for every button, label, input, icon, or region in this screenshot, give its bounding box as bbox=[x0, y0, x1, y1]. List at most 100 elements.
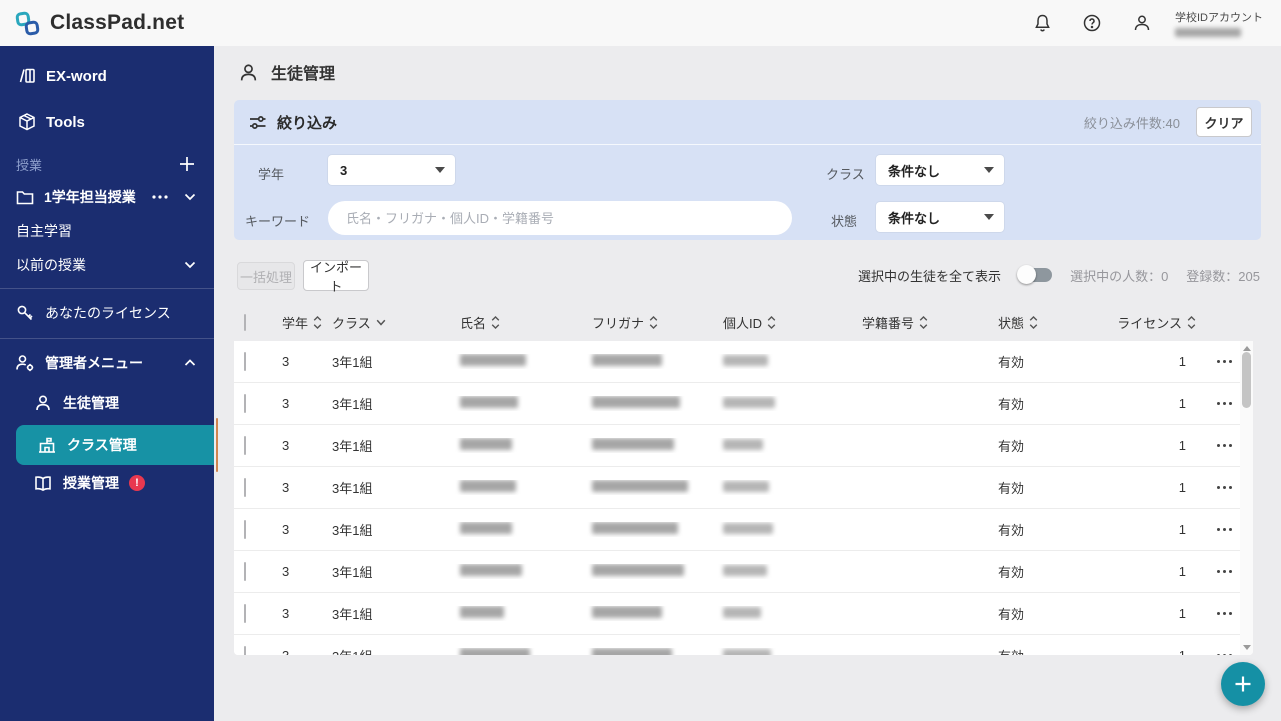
sidebar-item-your-license[interactable]: あなたのライセンス bbox=[0, 299, 214, 327]
show-selected-toggle[interactable] bbox=[1017, 265, 1053, 284]
sidebar-item-class-management-selected[interactable]: クラス管理 bbox=[16, 425, 214, 465]
table-header-cell[interactable]: 個人ID bbox=[715, 313, 854, 332]
license-cell: 1 bbox=[1178, 564, 1186, 579]
batch-process-button[interactable]: 一括処理 bbox=[237, 262, 295, 290]
sidebar-item-previous-lessons[interactable]: 以前の授業 bbox=[0, 252, 214, 278]
name-redacted bbox=[460, 438, 512, 450]
class-cell: 3年1組 bbox=[324, 646, 452, 655]
sidebar-item-admin-menu[interactable]: 管理者メニュー bbox=[0, 349, 214, 377]
scrollbar-thumb[interactable] bbox=[1242, 352, 1251, 408]
keyword-search-input[interactable] bbox=[328, 201, 792, 235]
license-cell: 1 bbox=[1178, 522, 1186, 537]
page-title-person-icon bbox=[238, 62, 259, 83]
scroll-up-icon[interactable] bbox=[1243, 346, 1251, 351]
top-bar: ClassPad.net 学校IDアカウント bbox=[0, 0, 1281, 46]
sidebar-item-label: 授業管理 bbox=[63, 475, 119, 491]
row-checkbox[interactable] bbox=[244, 603, 246, 623]
help-icon[interactable] bbox=[1075, 6, 1109, 40]
grade-cell: 3 bbox=[282, 522, 290, 537]
table-header-cell[interactable]: 学籍番号 bbox=[854, 313, 990, 332]
scroll-down-icon[interactable] bbox=[1243, 645, 1251, 650]
table-header-cell[interactable]: クラス bbox=[324, 313, 452, 332]
person-icon bbox=[32, 393, 54, 413]
row-more-icon[interactable] bbox=[1213, 398, 1236, 409]
row-more-icon[interactable] bbox=[1213, 650, 1236, 655]
admin-chevron-up-icon[interactable] bbox=[184, 359, 196, 367]
select-all-checkbox[interactable] bbox=[244, 313, 246, 331]
class-cell: 3年1組 bbox=[332, 397, 373, 412]
add-student-fab-button[interactable] bbox=[1221, 662, 1265, 706]
table-header-cell[interactable]: 学年 bbox=[274, 313, 324, 332]
row-more-icon[interactable] bbox=[1213, 524, 1236, 535]
table-row: 3 3年1組 有効 1 bbox=[234, 551, 1253, 593]
sidebar-item-label: 1学年担当授業 bbox=[44, 189, 136, 205]
status-cell: 有効 bbox=[998, 481, 1025, 496]
table-header-cell[interactable]: 状態 bbox=[990, 313, 1112, 332]
filter-title: 絞り込み bbox=[277, 114, 338, 132]
grade-cell: 3 bbox=[282, 606, 290, 621]
notification-bell-icon[interactable] bbox=[1025, 6, 1059, 40]
book-icon bbox=[32, 473, 54, 493]
row-checkbox[interactable] bbox=[244, 351, 246, 371]
sort-down-icon[interactable] bbox=[376, 319, 386, 326]
row-checkbox[interactable] bbox=[244, 477, 246, 497]
sort-both-icon[interactable] bbox=[767, 315, 776, 329]
lesson-alert-badge: ! bbox=[129, 475, 145, 491]
row-more-icon[interactable] bbox=[1213, 440, 1236, 451]
sidebar-item-label: 自主学習 bbox=[16, 223, 72, 239]
account-info[interactable]: 学校IDアカウント bbox=[1175, 9, 1263, 37]
row-more-icon[interactable] bbox=[1213, 356, 1236, 367]
toggle-thumb bbox=[1017, 265, 1037, 284]
add-lesson-button[interactable] bbox=[178, 155, 196, 173]
row-checkbox[interactable] bbox=[244, 393, 246, 413]
row-checkbox[interactable] bbox=[244, 645, 246, 655]
folder-more-icon[interactable] bbox=[152, 195, 168, 199]
sidebar-item-label: EX-word bbox=[46, 67, 107, 85]
sidebar-item-student-management[interactable]: 生徒管理 bbox=[0, 389, 214, 417]
grade-select[interactable]: 3 bbox=[328, 155, 455, 185]
row-checkbox[interactable] bbox=[244, 435, 246, 455]
personal-id-redacted bbox=[723, 607, 761, 618]
sort-both-icon[interactable] bbox=[1029, 315, 1038, 329]
import-button[interactable]: インポート bbox=[303, 260, 369, 294]
row-more-icon[interactable] bbox=[1213, 482, 1236, 493]
previous-chevron-down-icon[interactable] bbox=[184, 261, 196, 269]
sort-both-icon[interactable] bbox=[313, 315, 322, 329]
furigana-redacted bbox=[592, 564, 684, 576]
filter-panel: 絞り込み 絞り込み件数:40 クリア 学年 3 クラス 条件なし キーワード 状… bbox=[234, 100, 1261, 240]
column-label: クラス bbox=[332, 315, 371, 331]
sidebar-item-ex-word[interactable]: EX-word bbox=[0, 62, 214, 90]
status-select[interactable]: 条件なし bbox=[876, 202, 1004, 232]
sort-both-icon[interactable] bbox=[919, 315, 928, 329]
table-row: 3 3年1組 有効 1 bbox=[234, 635, 1253, 655]
license-cell: 1 bbox=[1178, 396, 1186, 411]
table-header-cell[interactable]: 氏名 bbox=[452, 313, 584, 332]
name-redacted bbox=[460, 396, 518, 408]
sort-both-icon[interactable] bbox=[491, 315, 500, 329]
furigana-redacted bbox=[592, 522, 678, 534]
sidebar-item-label: Tools bbox=[46, 113, 85, 131]
account-person-icon[interactable] bbox=[1125, 6, 1159, 40]
class-select[interactable]: 条件なし bbox=[876, 155, 1004, 185]
clear-button[interactable]: クリア bbox=[1196, 107, 1252, 137]
status-select-value: 条件なし bbox=[888, 210, 941, 226]
sidebar-item-lesson-folder[interactable]: 1学年担当授業 bbox=[0, 184, 214, 210]
class-cell: 3年1組 bbox=[332, 481, 373, 496]
column-label: 学年 bbox=[282, 315, 309, 331]
name-redacted bbox=[460, 648, 530, 655]
sort-both-icon[interactable] bbox=[1187, 315, 1196, 329]
status-cell: 有効 bbox=[990, 646, 1112, 655]
row-checkbox[interactable] bbox=[244, 519, 246, 539]
table-header-cell[interactable]: フリガナ bbox=[584, 313, 715, 332]
row-more-icon[interactable] bbox=[1213, 566, 1236, 577]
table-scrollbar[interactable] bbox=[1240, 341, 1253, 655]
row-checkbox[interactable] bbox=[244, 561, 246, 581]
personal-id-redacted bbox=[723, 439, 763, 450]
folder-chevron-down-icon[interactable] bbox=[184, 193, 196, 201]
sidebar-item-lesson-management[interactable]: 授業管理 ! bbox=[0, 469, 214, 497]
table-header-cell[interactable]: ライセンス bbox=[1112, 313, 1196, 332]
sidebar-item-tools[interactable]: Tools bbox=[0, 108, 214, 136]
sort-both-icon[interactable] bbox=[649, 315, 658, 329]
sidebar-item-self-study[interactable]: 自主学習 bbox=[0, 218, 214, 244]
row-more-icon[interactable] bbox=[1213, 608, 1236, 619]
